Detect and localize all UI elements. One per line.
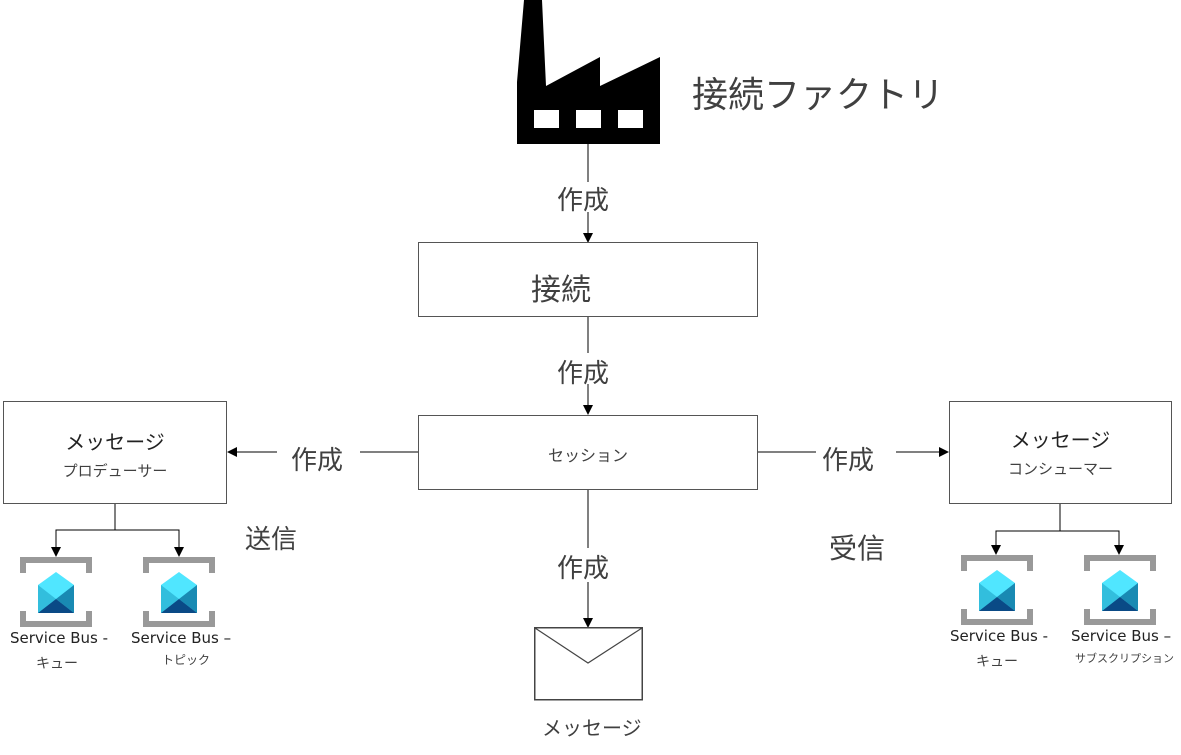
service-bus-icon <box>961 555 1033 625</box>
producer-topic-node[interactable] <box>143 557 215 631</box>
consumer-subscription-label-1: Service Bus – <box>1071 627 1172 645</box>
consumer-box[interactable]: メッセージ コンシューマー <box>949 401 1172 504</box>
edge-label-create: 作成 <box>557 554 610 584</box>
message-label: メッセージ <box>542 716 642 740</box>
edge-producer-branch <box>115 529 184 557</box>
session-box[interactable]: セッション <box>418 415 758 490</box>
connection-label: 接続 <box>531 273 591 308</box>
service-bus-icon <box>1084 555 1156 625</box>
edge-consumer-branch <box>1060 530 1124 555</box>
producer-topic-label-2: トピック <box>162 653 211 667</box>
edge-label-create: 作成 <box>291 446 344 476</box>
factory-icon <box>517 0 660 144</box>
consumer-queue-label-1: Service Bus - <box>950 627 1048 645</box>
consumer-subscription-node[interactable] <box>1084 555 1156 629</box>
consumer-title: メッセージ <box>1010 428 1111 452</box>
producer-topic-label-1: Service Bus – <box>131 629 232 647</box>
edge-consumer-branch <box>991 504 1061 555</box>
edge-label-create: 作成 <box>822 446 875 476</box>
producer-queue-label-2: キュー <box>36 656 78 672</box>
producer-title: メッセージ <box>65 430 165 454</box>
edge-producer-branch <box>51 503 116 557</box>
producer-box[interactable]: メッセージ プロデューサー <box>3 401 227 504</box>
envelope-icon <box>534 627 643 701</box>
session-label: セッション <box>547 446 628 465</box>
edge-label-create: 作成 <box>557 359 610 389</box>
consumer-queue-node[interactable] <box>961 555 1033 629</box>
send-label: 送信 <box>245 525 298 555</box>
factory-label: 接続ファクトリ <box>692 75 945 116</box>
consumer-subtitle: コンシューマー <box>1007 460 1113 478</box>
receive-label: 受信 <box>829 532 886 565</box>
producer-queue-node[interactable] <box>20 557 92 631</box>
service-bus-icon <box>143 557 215 627</box>
consumer-subscription-label-2: サブスクリプション <box>1075 652 1174 665</box>
connection-box[interactable]: 接続 <box>418 242 758 317</box>
consumer-queue-label-2: キュー <box>976 654 1018 670</box>
edge-label-create: 作成 <box>557 186 610 216</box>
producer-queue-label-1: Service Bus - <box>10 629 108 647</box>
producer-subtitle: プロデューサー <box>62 462 168 480</box>
service-bus-icon <box>20 557 92 627</box>
